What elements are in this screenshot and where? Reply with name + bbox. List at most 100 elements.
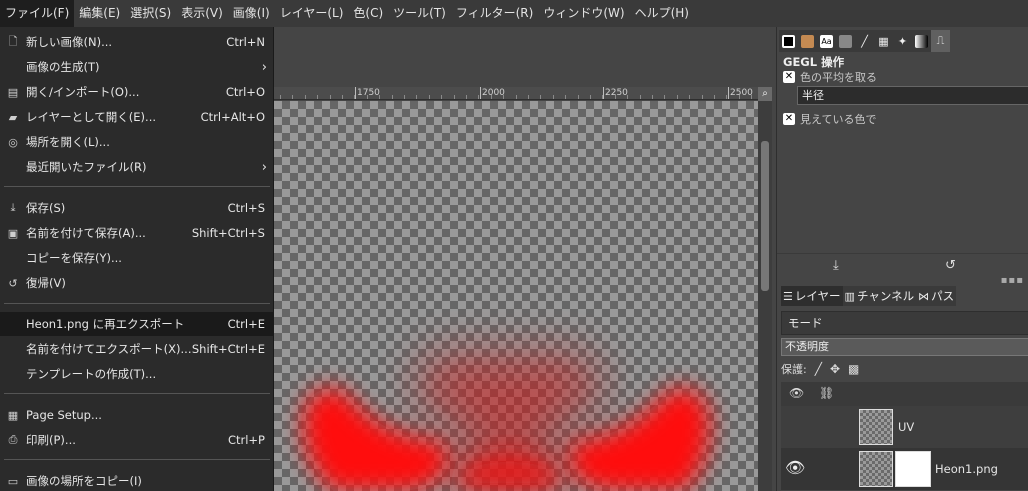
page-setup-icon: ▦ [7, 408, 19, 422]
pointer-tab-icon[interactable]: ⎍ [931, 30, 950, 52]
file-menu-item-12[interactable]: テンプレートの作成(T)... [0, 362, 274, 386]
ruler-minor-tick [416, 95, 418, 99]
file-menu-item-15[interactable]: ▭ 画像の場所をコピー(I) [0, 469, 274, 491]
file-menu-label: 最近開いたファイル(R) [26, 160, 147, 174]
tool-options-buttons: ⤓ ↺ [777, 253, 1028, 279]
layer-row[interactable]: UV [781, 406, 1028, 448]
ruler-minor-tick [664, 95, 666, 99]
file-menu-item-6[interactable]: ⤓ 保存(S) Ctrl+S [0, 196, 274, 220]
file-menu-item-13[interactable]: ▦ Page Setup... [0, 403, 274, 427]
ruler-minor-tick [540, 95, 542, 99]
open-location-icon: ◎ [8, 135, 18, 149]
menu-item-0[interactable]: ファイル(F) [0, 0, 75, 27]
lock-alpha-icon[interactable]: ▩ [848, 362, 859, 376]
tab-layers[interactable]: ☰ レイヤー [781, 286, 843, 306]
visibility-header-icon: 👁 [789, 386, 805, 400]
brushes-tab-icon[interactable] [798, 30, 817, 52]
file-menu-label: レイヤーとして開く(E)... [26, 110, 157, 124]
shortcut-label: Ctrl+P [227, 433, 265, 447]
ruler-label: 1750 [357, 88, 380, 98]
lock-pixels-icon[interactable]: ╱ [815, 362, 822, 376]
menu-item-10[interactable]: ヘルプ(H) [630, 0, 694, 27]
file-menu-item-5[interactable]: 最近開いたファイル(R) › [0, 155, 274, 179]
menu-item-7[interactable]: ツール(T) [388, 0, 451, 27]
gradients-tab-icon[interactable]: ▦ [874, 30, 893, 52]
save-icon: ⤓ [10, 201, 16, 214]
lock-position-icon[interactable]: ✥ [830, 362, 840, 376]
palettes-tab-icon[interactable] [912, 30, 931, 52]
menu-item-3[interactable]: 表示(V) [176, 0, 228, 27]
checkbox-icon[interactable]: ✕ [783, 71, 795, 83]
menu-separator [4, 459, 270, 460]
shortcut-label: Ctrl+Alt+O [200, 110, 265, 124]
reset-icon[interactable]: ↺ [945, 258, 956, 273]
file-menu-item-1[interactable]: 画像の生成(T) › [0, 55, 274, 79]
menu-item-4[interactable]: 画像(I) [228, 0, 275, 27]
image-canvas[interactable] [274, 101, 758, 491]
sample-average-option[interactable]: ✕ 色の平均を取る [783, 69, 877, 85]
file-menu-item-3[interactable]: ▰ レイヤーとして開く(E)... Ctrl+Alt+O [0, 105, 274, 129]
file-menu-item-0[interactable]: 🗋 新しい画像(N)... Ctrl+N [0, 30, 274, 54]
checkbox-icon[interactable]: ✕ [783, 113, 795, 125]
paint-tab-icon[interactable]: ╱ [855, 30, 874, 52]
revert-icon: ↺ [8, 276, 18, 290]
shortcut-label: Ctrl+O [225, 85, 265, 99]
canvas-area[interactable]: 1750 2000 2250 2500 ⌕ [274, 27, 776, 491]
layer-mask-thumbnail[interactable] [895, 451, 931, 487]
layer-thumbnail [859, 451, 893, 487]
copy-location-icon: ▭ [7, 474, 19, 488]
menu-item-5[interactable]: レイヤー(L) [275, 0, 349, 27]
file-menu-label: 復帰(V) [26, 276, 66, 290]
file-menu-item-8[interactable]: コピーを保存(Y)... [0, 246, 274, 270]
ruler-minor-tick [565, 95, 567, 99]
patterns-tab-icon[interactable] [836, 30, 855, 52]
tab-channels[interactable]: ▥ チャンネル [843, 286, 917, 306]
file-menu-label: 名前を付けて保存(A)... [26, 226, 146, 240]
sample-merged-option[interactable]: ✕ 見えている色で [783, 111, 876, 127]
file-menu-item-10[interactable]: Heon1.png に再エクスポート Ctrl+E [0, 312, 274, 336]
fonts-tab-icon[interactable]: Aa [817, 30, 836, 52]
file-menu: 🗋 新しい画像(N)... Ctrl+N 画像の生成(T) › ▤ 開く/インポート(O).… [0, 27, 274, 491]
print-icon: ⎙ [8, 433, 18, 446]
tab-layers-label: レイヤー [794, 289, 841, 303]
radius-field[interactable]: 半径 [797, 86, 1028, 105]
file-menu-label: テンプレートの作成(T)... [26, 367, 157, 381]
opacity-slider[interactable]: 不透明度 [781, 338, 1028, 356]
file-menu-item-4[interactable]: ◎ 場所を開く(L)... [0, 130, 274, 154]
tool-options-tab-icon[interactable] [779, 30, 798, 52]
menu-separator [4, 186, 270, 187]
file-menu-item-2[interactable]: ▤ 開く/インポート(O)... Ctrl+O [0, 80, 274, 104]
ruler-label: 2500 [730, 88, 753, 98]
tab-paths-label: パス [931, 289, 955, 303]
navigate-icon[interactable]: ⌕ [758, 87, 772, 101]
layer-row[interactable]: 👁 Heon1.png [781, 448, 1028, 490]
file-menu-label: 開く/インポート(O)... [26, 85, 140, 99]
dock-menu-icon[interactable]: ▪▪▪ [1001, 275, 1024, 286]
menu-item-6[interactable]: 色(C) [348, 0, 388, 27]
scrollbar-thumb[interactable] [761, 141, 769, 291]
menu-item-9[interactable]: ウィンドウ(W) [538, 0, 629, 27]
vertical-scrollbar[interactable] [758, 101, 772, 491]
tab-channels-label: チャンネル [856, 289, 915, 303]
ruler-minor-tick [453, 95, 455, 99]
file-menu-item-9[interactable]: ↺ 復帰(V) [0, 271, 274, 295]
layer-mode-select[interactable]: モード [781, 311, 1028, 335]
menu-item-8[interactable]: フィルター(R) [451, 0, 538, 27]
tab-paths[interactable]: ⋈ パス [916, 286, 956, 306]
ruler-minor-tick [590, 95, 591, 99]
sample-merged-label: 見えている色で [800, 113, 877, 126]
file-menu-label: 印刷(P)... [26, 433, 76, 447]
menu-item-1[interactable]: 編集(E) [74, 0, 125, 27]
eye-icon[interactable]: 👁 [785, 458, 805, 477]
file-menu-label: コピーを保存(Y)... [26, 251, 122, 265]
file-menu-item-14[interactable]: ⎙ 印刷(P)... Ctrl+P [0, 428, 274, 452]
save-preset-icon[interactable]: ⤓ [833, 258, 839, 273]
file-menu-item-11[interactable]: 名前を付けてエクスポート(X)... Shift+Ctrl+E [0, 337, 274, 361]
menu-item-2[interactable]: 選択(S) [125, 0, 176, 27]
shortcut-label: Shift+Ctrl+E [191, 342, 265, 356]
ruler-minor-tick [441, 95, 443, 99]
dynamics-tab-icon[interactable]: ✦ [893, 30, 912, 52]
channels-icon: ▥ [844, 289, 855, 303]
file-menu-item-7[interactable]: ▣ 名前を付けて保存(A)... Shift+Ctrl+S [0, 221, 274, 245]
ruler-minor-tick [304, 95, 306, 99]
